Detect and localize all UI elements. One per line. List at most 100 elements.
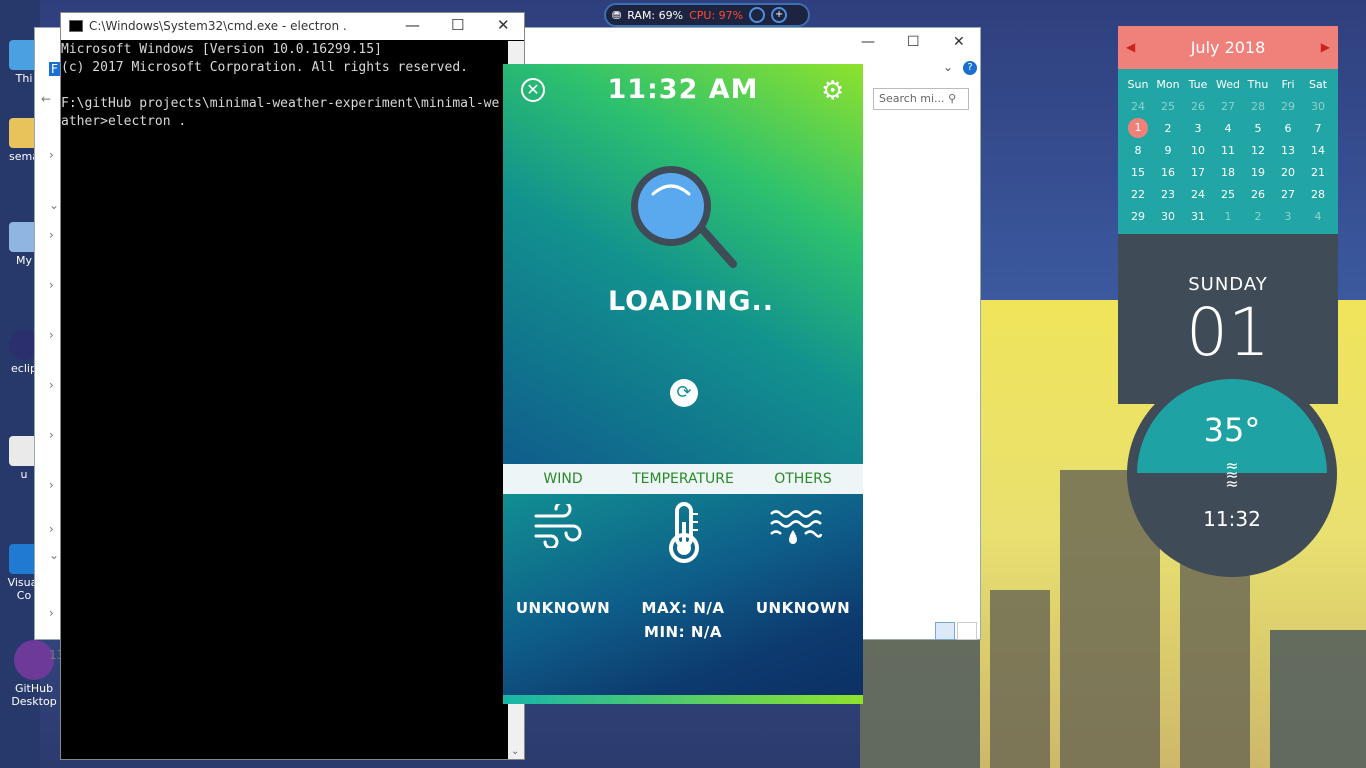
calendar-day[interactable]: 28	[1303, 183, 1333, 205]
expand-icon[interactable]: ›	[49, 228, 54, 242]
calendar-day[interactable]: 1	[1213, 205, 1243, 227]
console-output[interactable]: Microsoft Windows [Version 10.0.16299.15…	[61, 41, 499, 131]
tab-temperature[interactable]: TEMPERATURE	[623, 464, 743, 494]
back-arrow-icon[interactable]: ←	[41, 92, 51, 106]
calendar-day[interactable]: 23	[1153, 183, 1183, 205]
chevron-down-icon[interactable]: ⌄	[943, 60, 953, 74]
calendar-day[interactable]: 28	[1243, 95, 1273, 117]
day-number: 01	[1186, 294, 1270, 371]
calendar-day[interactable]: 29	[1123, 205, 1153, 227]
calendar-day[interactable]: 17	[1183, 161, 1213, 183]
calendar-day[interactable]: 13	[1273, 139, 1303, 161]
expand-icon[interactable]: ›	[49, 606, 54, 620]
expand-icon[interactable]: ⌄	[49, 198, 59, 212]
expand-icon[interactable]: ›	[49, 328, 54, 342]
calendar-day[interactable]: 10	[1183, 139, 1213, 161]
next-month-icon[interactable]: ▶	[1321, 26, 1330, 69]
widget-time: 11:32	[1203, 507, 1261, 531]
close-button[interactable]: ✕	[497, 16, 510, 34]
expand-icon[interactable]: ›	[49, 522, 54, 536]
add-icon[interactable]: +	[771, 7, 788, 23]
expand-icon[interactable]: ›	[49, 148, 54, 162]
calendar-day[interactable]: 27	[1273, 183, 1303, 205]
calendar-day[interactable]: 9	[1153, 139, 1183, 161]
calendar-day[interactable]: 19	[1243, 161, 1273, 183]
calendar-day[interactable]: 12	[1243, 139, 1273, 161]
calendar-day[interactable]: 2	[1153, 117, 1183, 139]
calendar-day[interactable]: 14	[1303, 139, 1333, 161]
calendar-header: ◀ July 2018 ▶	[1118, 26, 1338, 69]
weekday-label: Sun	[1127, 77, 1149, 91]
expand-icon[interactable]: ⌄	[49, 548, 59, 562]
waves-icon: ≈ ≈ ≈	[1225, 456, 1239, 493]
calendar-day-today[interactable]: 1	[1123, 117, 1153, 139]
tab-wind[interactable]: WIND	[503, 464, 623, 494]
calendar-month: July 2018	[1190, 38, 1266, 57]
help-icon[interactable]: ?	[963, 61, 977, 75]
calendar-day[interactable]: 25	[1213, 183, 1243, 205]
expand-icon[interactable]: ›	[49, 478, 54, 492]
minimize-button[interactable]: —	[861, 34, 875, 50]
calendar-day[interactable]: 30	[1153, 205, 1183, 227]
day-name: SUNDAY	[1188, 274, 1268, 295]
refresh-icon[interactable]: ⟳	[670, 379, 698, 407]
expand-icon[interactable]: ›	[49, 278, 54, 292]
navigation-pane: ← › ⌄ › › › › › › › ⌄ › 13	[35, 58, 64, 662]
calendar-day[interactable]: 21	[1303, 161, 1333, 183]
clock-weather-widget: 35° ≈ ≈ ≈ 11:32	[1127, 371, 1337, 577]
calendar-day[interactable]: 30	[1303, 95, 1333, 117]
tab-others[interactable]: OTHERS	[743, 464, 863, 494]
search-magnifier-icon	[631, 166, 737, 268]
cmd-title: C:\Windows\System32\cmd.exe - electron .	[89, 19, 347, 33]
gear-icon[interactable]: ⚙	[821, 76, 844, 106]
ram-readout: RAM: 69%	[627, 8, 684, 22]
sysmon-icon: ⛃	[612, 8, 622, 22]
large-icons-view-button[interactable]	[957, 622, 977, 640]
calendar-day[interactable]: 15	[1123, 161, 1153, 183]
calendar-day[interactable]: 2	[1243, 205, 1273, 227]
calendar-day[interactable]: 26	[1183, 95, 1213, 117]
weekday-label: Tue	[1188, 77, 1208, 91]
calendar-day[interactable]: 3	[1183, 117, 1213, 139]
close-button[interactable]: ✕	[953, 34, 965, 50]
calendar-widget: ◀ July 2018 ▶ Sun Mon Tue Wed Thu Fri Sa…	[1118, 26, 1338, 234]
calendar-day[interactable]: 4	[1213, 117, 1243, 139]
calendar-day[interactable]: 20	[1273, 161, 1303, 183]
calendar-day[interactable]: 6	[1273, 117, 1303, 139]
calendar-day[interactable]: 8	[1123, 139, 1153, 161]
calendar-day[interactable]: 22	[1123, 183, 1153, 205]
calendar-day[interactable]: 3	[1273, 205, 1303, 227]
search-input[interactable]: Search mi... ⚲	[873, 88, 969, 110]
calendar-day[interactable]: 25	[1153, 95, 1183, 117]
expand-icon[interactable]: ›	[49, 378, 54, 392]
calendar-day[interactable]: 11	[1213, 139, 1243, 161]
temp-max: MAX: N/A	[641, 599, 725, 617]
weekday-label: Wed	[1216, 77, 1240, 91]
calendar-day[interactable]: 24	[1123, 95, 1153, 117]
cmd-icon	[69, 20, 83, 32]
calendar-day[interactable]: 16	[1153, 161, 1183, 183]
file-tab[interactable]: F	[49, 62, 60, 76]
details-view-button[interactable]	[935, 622, 955, 640]
calendar-day[interactable]: 29	[1273, 95, 1303, 117]
calendar-day[interactable]: 5	[1243, 117, 1273, 139]
minimize-button[interactable]: —	[405, 16, 420, 34]
prev-month-icon[interactable]: ◀	[1126, 26, 1135, 69]
wind-value: UNKNOWN	[515, 599, 611, 617]
cpu-readout: CPU: 97%	[689, 8, 744, 22]
calendar-day[interactable]: 24	[1183, 183, 1213, 205]
loading-text: LOADING..	[607, 286, 775, 317]
calendar-day[interactable]: 4	[1303, 205, 1333, 227]
expand-icon[interactable]: ›	[49, 428, 54, 442]
gauge-icon	[749, 7, 766, 23]
calendar-day[interactable]: 18	[1213, 161, 1243, 183]
calendar-day[interactable]: 26	[1243, 183, 1273, 205]
maximize-button[interactable]: ☐	[451, 16, 464, 34]
calendar-day[interactable]: 31	[1183, 205, 1213, 227]
scroll-down-icon[interactable]: ⌄	[511, 746, 519, 757]
bottom-accent-bar	[503, 695, 863, 704]
maximize-button[interactable]: ☐	[907, 34, 920, 50]
calendar-day[interactable]: 7	[1303, 117, 1333, 139]
temp-min: MIN: N/A	[644, 623, 722, 641]
calendar-day[interactable]: 27	[1213, 95, 1243, 117]
